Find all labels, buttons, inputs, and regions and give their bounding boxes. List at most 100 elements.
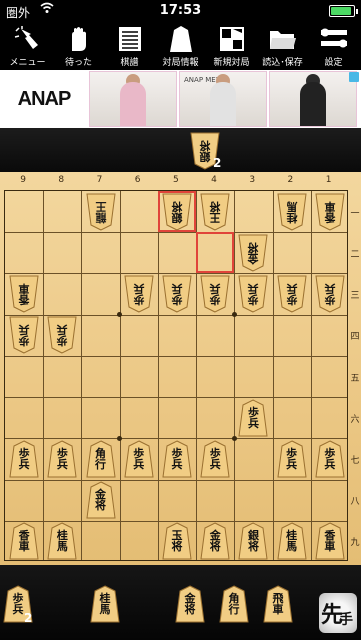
piece-kanji: 歩兵 [247,405,259,430]
rank-label: 五 [350,373,360,384]
shogi-piece[interactable]: 歩兵 [46,440,78,478]
shogi-piece[interactable]: 玉将 [161,522,193,560]
rank-label: 七 [350,455,360,466]
shogi-piece[interactable]: 桂馬 [276,522,308,560]
rank-label: 九 [350,538,360,549]
piece-kanji: 歩兵 [324,446,336,471]
shogi-piece[interactable]: 香車 [8,275,40,313]
last-move-highlight [196,232,235,274]
shogi-piece[interactable]: 歩兵 [237,399,269,437]
file-label: 5 [172,175,179,185]
ad-photo [89,71,177,127]
shogi-piece[interactable]: 歩兵 [8,440,40,478]
shogi-piece[interactable]: 龍王 [85,193,117,231]
load-save-button[interactable]: 読込･保存 [261,22,305,68]
piece-kanji: 歩兵 [56,446,68,471]
piece-icon [169,26,192,52]
turn-sub: 手 [339,612,353,628]
board-grid[interactable]: 龍王銀将王将桂馬香車金将香車歩兵歩兵歩兵歩兵歩兵歩兵歩兵歩兵歩兵歩兵歩兵角行歩兵… [4,190,348,561]
shogi-piece[interactable]: 金将 [85,481,117,519]
shogi-piece[interactable]: 金将 [237,234,269,272]
file-label: 1 [325,175,332,185]
clock: 17:53 [159,3,202,18]
ad-banner[interactable]: ANAP ANAP MEN [0,70,361,128]
shogi-piece[interactable]: 歩兵 [161,275,193,313]
shogi-piece[interactable]: 角行 [85,440,117,478]
ad-brand-logo: ANAP [17,87,72,110]
piece-kanji: 香車 [18,282,30,307]
shogi-piece[interactable]: 歩兵 [314,440,346,478]
shogi-piece[interactable]: 歩兵 [314,275,346,313]
shogi-piece[interactable]: 香車 [8,522,40,560]
shogi-piece[interactable]: 歩兵 [237,275,269,313]
kifu-button[interactable]: 棋譜 [108,22,152,68]
shogi-piece[interactable]: 金将 [174,585,206,623]
status-bar: 圏外 17:53 [0,0,361,22]
shogi-piece[interactable]: 歩兵 [8,316,40,354]
piece-kanji: 歩兵 [286,282,298,307]
shogi-piece[interactable]: 歩兵 [123,275,155,313]
game-info-button[interactable]: 対局情報 [159,22,203,68]
piece-kanji: 金将 [247,240,259,265]
piece-kanji: 玉将 [171,529,183,554]
piece-kanji: 歩兵 [171,446,183,471]
piece-kanji: 歩兵 [133,446,145,471]
shogi-piece[interactable]: 金将 [199,522,231,560]
piece-kanji: 金将 [209,529,221,554]
kifu-label: 棋譜 [120,58,139,68]
rank-label: 四 [350,332,360,343]
ad-photo [269,71,357,127]
file-label: 2 [287,175,294,185]
piece-kanji: 香車 [18,529,30,554]
piece-kanji: 桂馬 [56,529,68,554]
file-label: 7 [96,175,103,185]
shogi-board: 987654321 一二三四五六七八九 龍王銀将王将桂馬香車金将香車歩兵歩兵歩兵… [0,172,361,565]
piece-kanji: 桂馬 [286,199,298,224]
list-icon [118,27,141,51]
settings-button[interactable]: 設定 [312,22,356,68]
toolbar: メニュー 待った 棋譜 対局情報 新規対局 読込･保存 設定 [0,22,361,70]
shogi-piece[interactable]: 飛車 [262,585,294,623]
rank-label: 一 [350,208,360,219]
shogi-piece[interactable]: 香車 [314,193,346,231]
shogi-piece[interactable]: 桂馬 [46,522,78,560]
piece-kanji: 龍王 [95,199,107,224]
shogi-piece[interactable]: 王将 [199,193,231,231]
piece-kanji: 香車 [324,199,336,224]
star-point [117,435,123,441]
shogi-piece[interactable]: 銀将 [237,522,269,560]
shogi-piece[interactable]: 歩兵 [161,440,193,478]
shogi-piece[interactable]: 香車 [314,522,346,560]
load-save-label: 読込･保存 [262,58,303,68]
file-label: 6 [134,175,141,185]
file-label: 4 [211,175,217,185]
piece-kanji: 王将 [209,199,221,224]
game-info-label: 対局情報 [162,58,199,68]
piece-kanji: 銀将 [171,199,183,224]
folder-icon [269,31,296,49]
adchoices-icon[interactable] [349,72,359,82]
shogi-piece[interactable]: 歩兵 [199,440,231,478]
shogi-piece[interactable]: 銀将 [161,193,193,231]
shogi-piece[interactable]: 歩兵 [276,440,308,478]
piece-kanji: 香車 [324,529,336,554]
shogi-piece[interactable]: 歩兵 [276,275,308,313]
turn-indicator: 先 手 [319,593,357,633]
piece-kanji: 歩兵 [286,446,298,471]
tools-icon [320,28,347,48]
shogi-piece[interactable]: 桂馬 [89,585,121,623]
shogi-piece[interactable]: 歩兵 [123,440,155,478]
piece-kanji: 飛車 [272,592,284,616]
menu-button[interactable]: メニュー [6,22,50,68]
open-hand-icon [71,27,86,51]
piece-kanji: 桂馬 [286,529,298,554]
new-game-button[interactable]: 新規対局 [210,22,254,68]
shogi-piece[interactable]: 歩兵 [46,316,78,354]
shogi-piece[interactable]: 歩兵 [199,275,231,313]
shogi-piece[interactable]: 角行 [218,585,250,623]
undo-button[interactable]: 待った [57,22,101,68]
piece-kanji: 金将 [184,592,196,616]
piece-kanji: 歩兵 [56,323,68,348]
piece-kanji: 歩兵 [12,592,24,616]
shogi-piece[interactable]: 桂馬 [276,193,308,231]
